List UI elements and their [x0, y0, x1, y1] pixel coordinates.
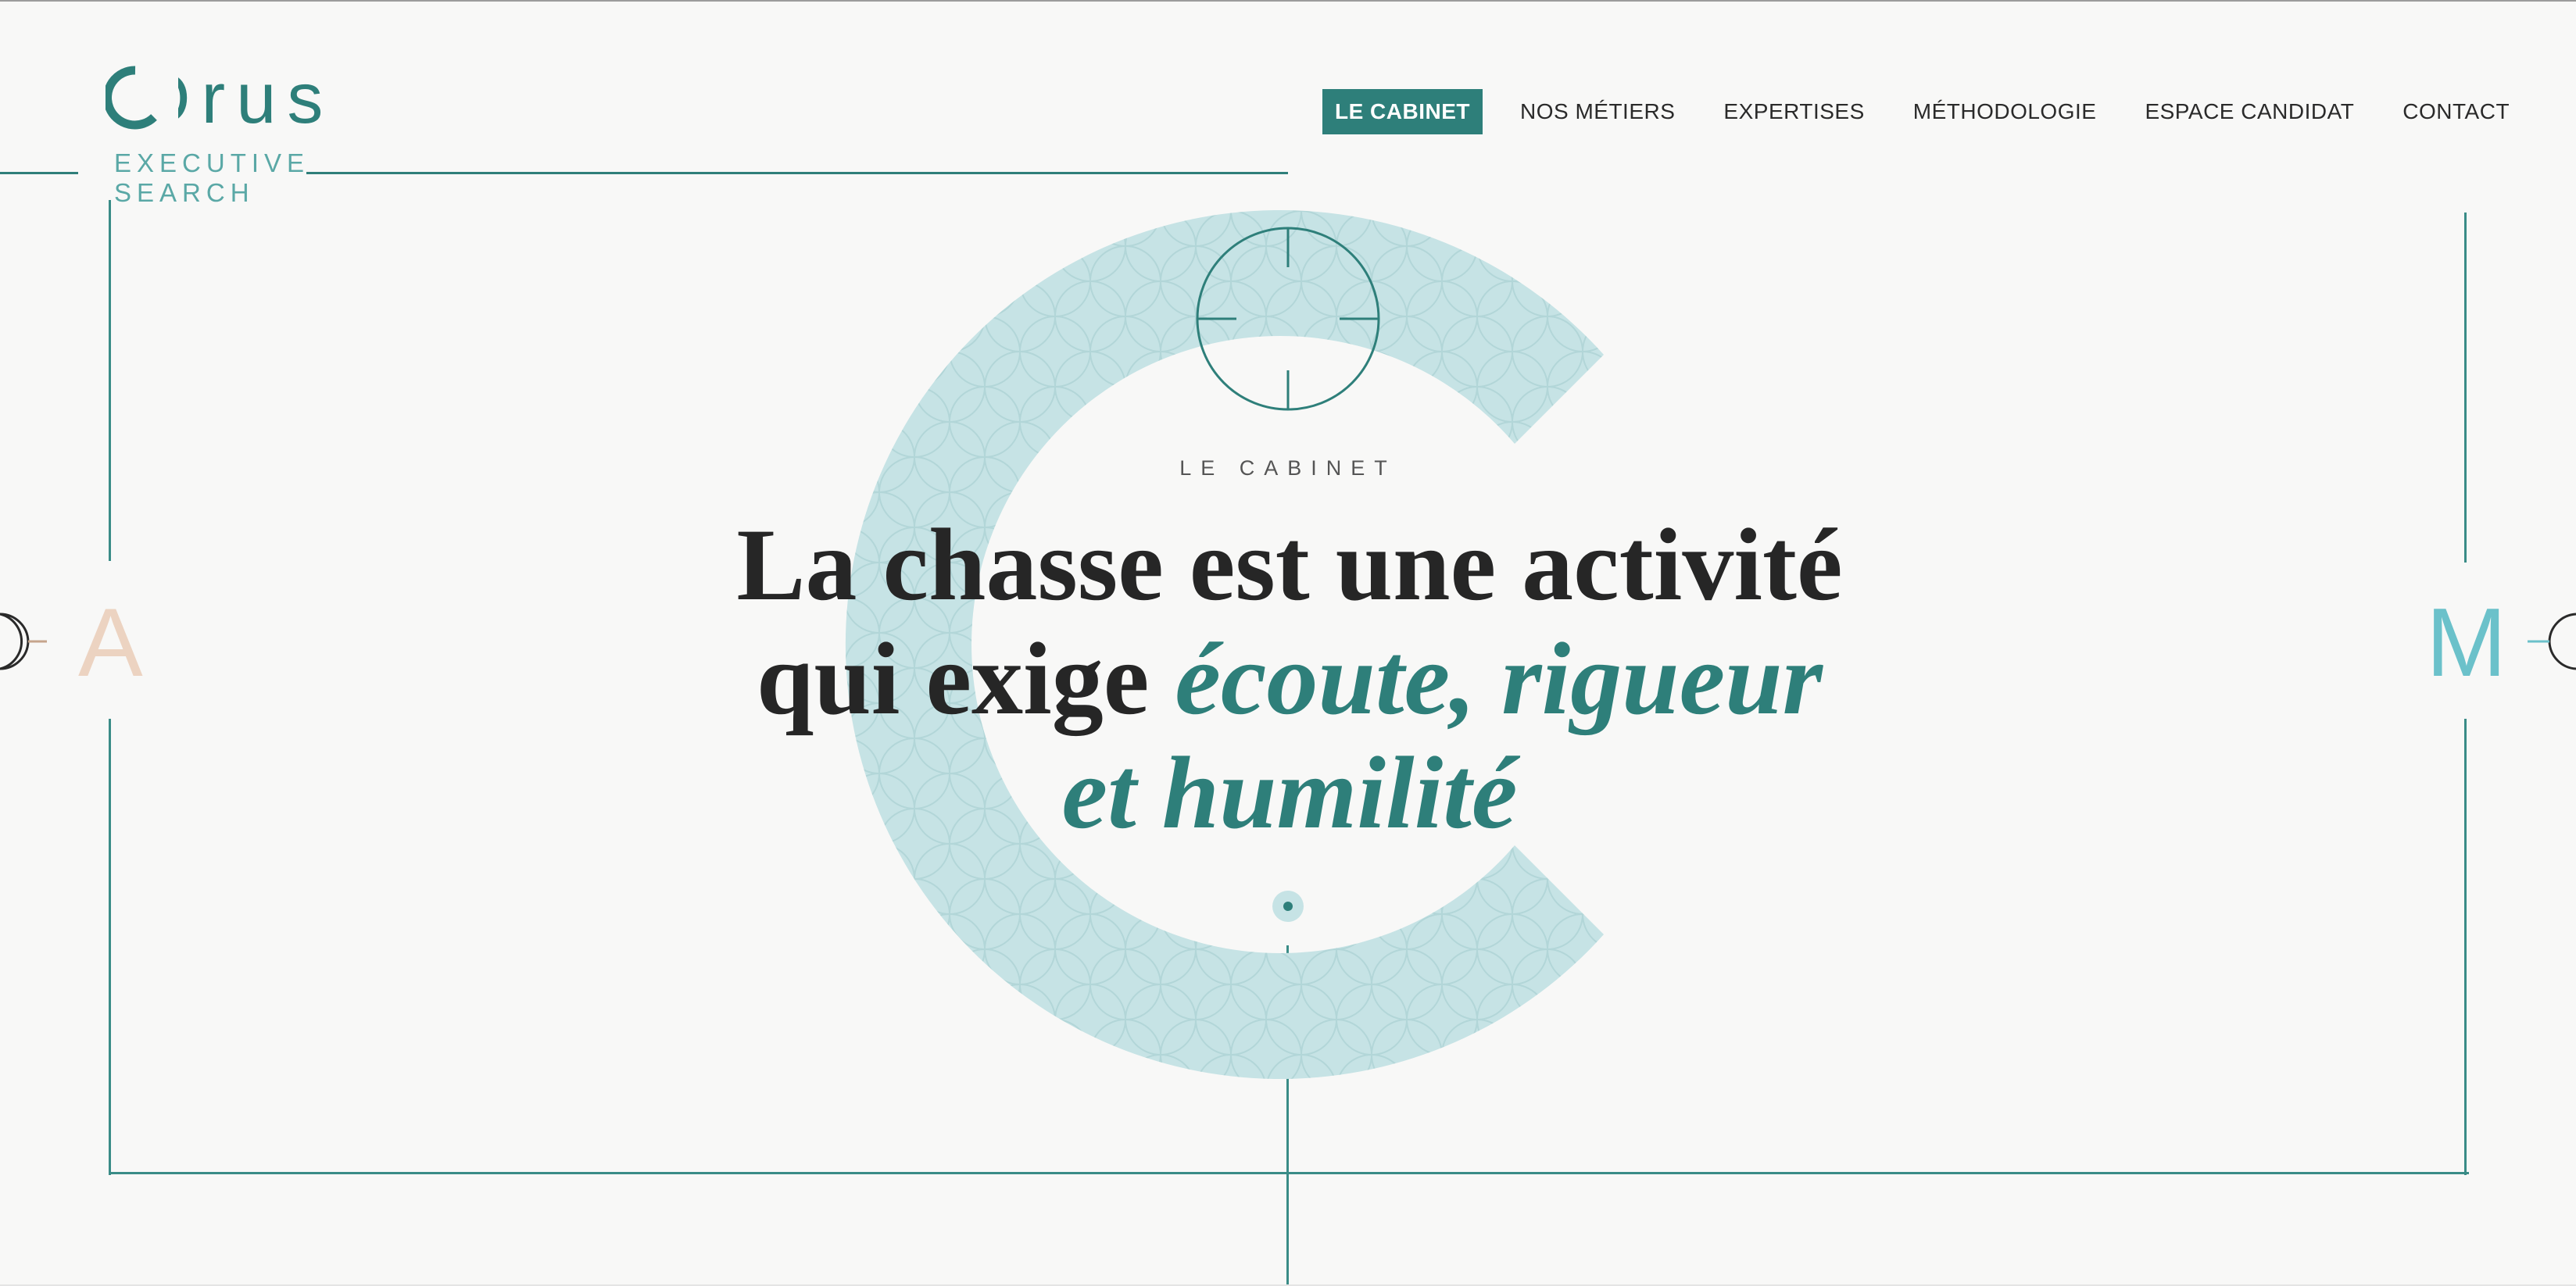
headline-accent-2: et humilité — [1061, 735, 1518, 850]
hero-headline: La chasse est une activité qui exige éco… — [703, 508, 1876, 850]
prev-marker-icon — [0, 613, 47, 670]
headline-accent-1: écoute, rigueur — [1175, 621, 1823, 736]
next-section-letter[interactable]: M — [2426, 588, 2506, 698]
headline-line-2-plain: qui exige — [756, 621, 1175, 736]
headline-line-1: La chasse est une activité — [736, 507, 1843, 622]
section-eyebrow: LE CABINET — [1179, 456, 1397, 480]
prev-section-letter[interactable]: A — [78, 588, 143, 698]
next-marker-icon — [2528, 613, 2576, 670]
